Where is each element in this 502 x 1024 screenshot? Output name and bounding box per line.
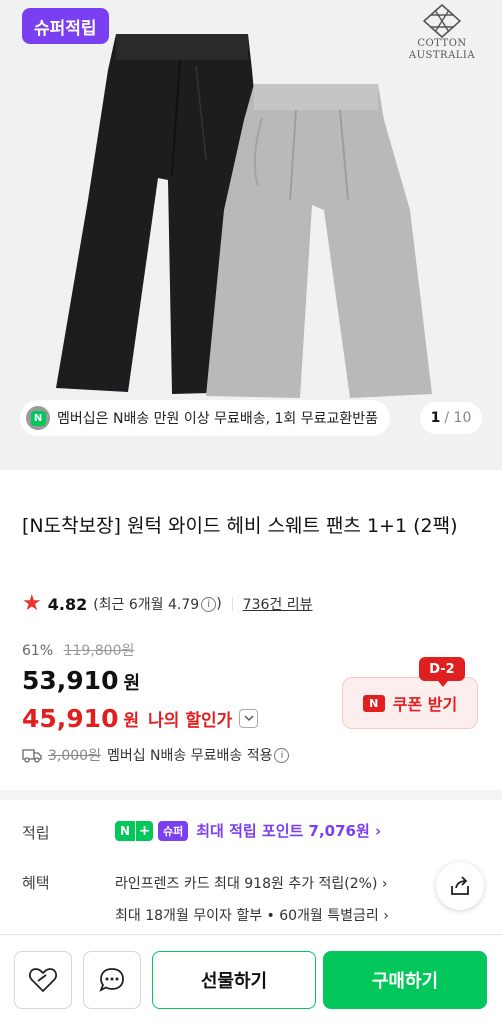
share-button[interactable] <box>436 862 484 910</box>
membership-notice-text: 멤버십은 N배송 만원 이상 무료배송, 1회 무료교환반품 <box>57 411 379 427</box>
card-benefit-link[interactable]: 라인프렌즈 카드 최대 918원 추가 적립(2%) › <box>115 873 387 893</box>
super-mini-badge: 슈퍼 <box>158 820 189 841</box>
section-divider <box>0 790 502 800</box>
original-price: 119,800원 <box>63 643 135 659</box>
talk-button[interactable] <box>83 951 141 1009</box>
image-page-indicator: 1 / 10 <box>420 402 482 434</box>
my-price-value: 45,910 <box>22 704 119 733</box>
star-icon: ★ <box>22 591 42 616</box>
sale-price-value: 53,910 <box>22 666 119 695</box>
shipping-fee: 3,000원 <box>48 748 101 764</box>
installment-benefit-link[interactable]: 최대 18개월 무이자 할부 • 60개월 특별금리 › <box>115 905 389 925</box>
coupon-dday-badge: D-2 <box>419 657 465 687</box>
rating-row: ★ 4.82 (최근 6개월 4.79 i ) 736건 리뷰 <box>22 593 312 615</box>
buy-button[interactable]: 구매하기 <box>323 951 487 1009</box>
logo-text-line1: COTTON <box>417 38 467 49</box>
discount-row: 61% 119,800원 <box>22 640 134 660</box>
product-title: [N도착보장] 원턱 와이드 헤비 스웨트 팬츠 1+1 (2팩) <box>22 515 458 537</box>
gift-button[interactable]: 선물하기 <box>152 951 316 1009</box>
review-link[interactable]: 736건 리뷰 <box>243 594 313 614</box>
cotton-australia-logo: COTTON AUSTRALIA <box>400 4 484 62</box>
shipping-row: 3,000원 멤버십 N배송 무료배송 적용 i <box>22 745 290 765</box>
cotton-logo-icon <box>423 4 461 38</box>
points-row[interactable]: N + 슈퍼 최대 적립 포인트 7,076원 › <box>115 820 381 841</box>
logo-text-line2: AUSTRALIA <box>408 50 476 61</box>
naver-plus-badge: N + <box>115 820 153 841</box>
points-label: 적립 <box>22 824 50 842</box>
coupon-button[interactable]: N 쿠폰 받기 <box>342 677 478 729</box>
heart-icon <box>29 968 57 993</box>
wishlist-button[interactable] <box>14 951 72 1009</box>
info-icon[interactable]: i <box>274 747 290 763</box>
product-image-carousel[interactable]: 슈퍼적립 COTTON AUSTRALIA N 멤버십은 N배송 만원 이상 무… <box>0 0 502 470</box>
chevron-down-icon[interactable] <box>239 709 259 728</box>
truck-icon <box>22 749 42 763</box>
page-current: 1 <box>430 410 441 426</box>
my-price-unit: 원 <box>123 711 140 731</box>
shipping-text: 멤버십 N배송 무료배송 적용 <box>106 748 273 764</box>
my-price-label: 나의 할인가 <box>148 711 233 731</box>
rating-score: 4.82 <box>47 594 88 614</box>
my-discount-price[interactable]: 45,910 원 나의 할인가 <box>22 704 259 733</box>
rating-recent-close: ) <box>216 596 222 612</box>
bottom-action-bar: 선물하기 구매하기 <box>0 934 502 1024</box>
benefit-label: 혜택 <box>22 874 50 892</box>
coupon-icon: N <box>362 694 385 712</box>
page-total: / 10 <box>444 410 472 426</box>
membership-notice[interactable]: N 멤버십은 N배송 만원 이상 무료배송, 1회 무료교환반품 <box>20 400 391 436</box>
discount-rate: 61% <box>22 643 54 659</box>
share-icon <box>451 876 469 895</box>
info-icon[interactable]: i <box>201 596 217 612</box>
coupon-label: 쿠폰 받기 <box>392 695 458 714</box>
sale-price-unit: 원 <box>123 673 141 694</box>
super-points-badge: 슈퍼적립 <box>22 8 109 44</box>
rating-recent: (최근 6개월 4.79 <box>93 597 200 613</box>
chat-icon <box>99 968 124 992</box>
sale-price: 53,910 원 <box>22 666 140 695</box>
divider <box>231 597 233 611</box>
naver-membership-icon: N <box>26 406 50 430</box>
max-points-link[interactable]: 최대 적립 포인트 7,076원 › <box>196 820 381 841</box>
